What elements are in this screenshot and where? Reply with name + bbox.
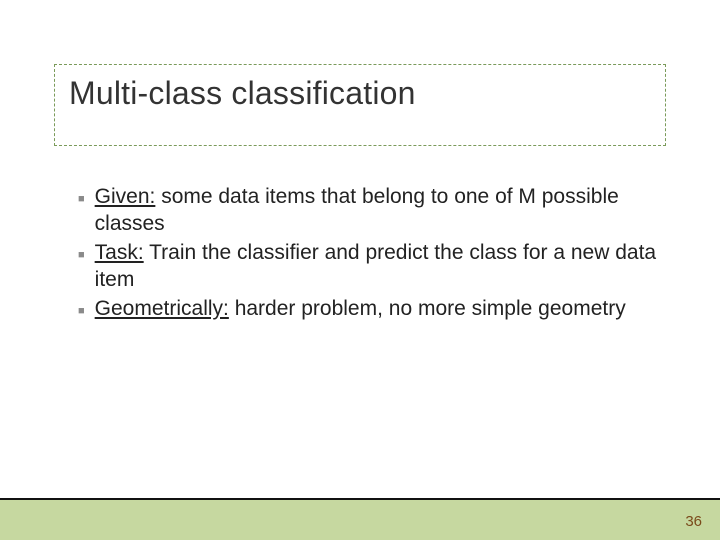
bullet-marker-icon: ■	[78, 304, 85, 318]
bullet-item: ■ Task: Train the classifier and predict…	[78, 240, 658, 294]
bullet-lead: Given:	[95, 185, 156, 208]
bullet-lead: Geometrically:	[95, 297, 229, 320]
slide-body: ■ Given: some data items that belong to …	[78, 184, 658, 324]
bullet-marker-icon: ■	[78, 248, 85, 262]
footer-bar: 36	[0, 498, 720, 540]
bullet-text: Geometrically: harder problem, no more s…	[95, 296, 658, 323]
bullet-rest: Train the classifier and predict the cla…	[95, 241, 656, 291]
title-box: Multi-class classification	[54, 64, 666, 146]
bullet-marker-icon: ■	[78, 192, 85, 206]
bullet-item: ■ Geometrically: harder problem, no more…	[78, 296, 658, 323]
bullet-text: Task: Train the classifier and predict t…	[95, 240, 658, 294]
bullet-lead: Task:	[95, 241, 144, 264]
slide-title: Multi-class classification	[69, 75, 651, 112]
page-number: 36	[685, 513, 702, 530]
bullet-text: Given: some data items that belong to on…	[95, 184, 658, 238]
bullet-item: ■ Given: some data items that belong to …	[78, 184, 658, 238]
bullet-rest: harder problem, no more simple geometry	[229, 297, 626, 320]
bullet-rest: some data items that belong to one of M …	[95, 185, 619, 235]
